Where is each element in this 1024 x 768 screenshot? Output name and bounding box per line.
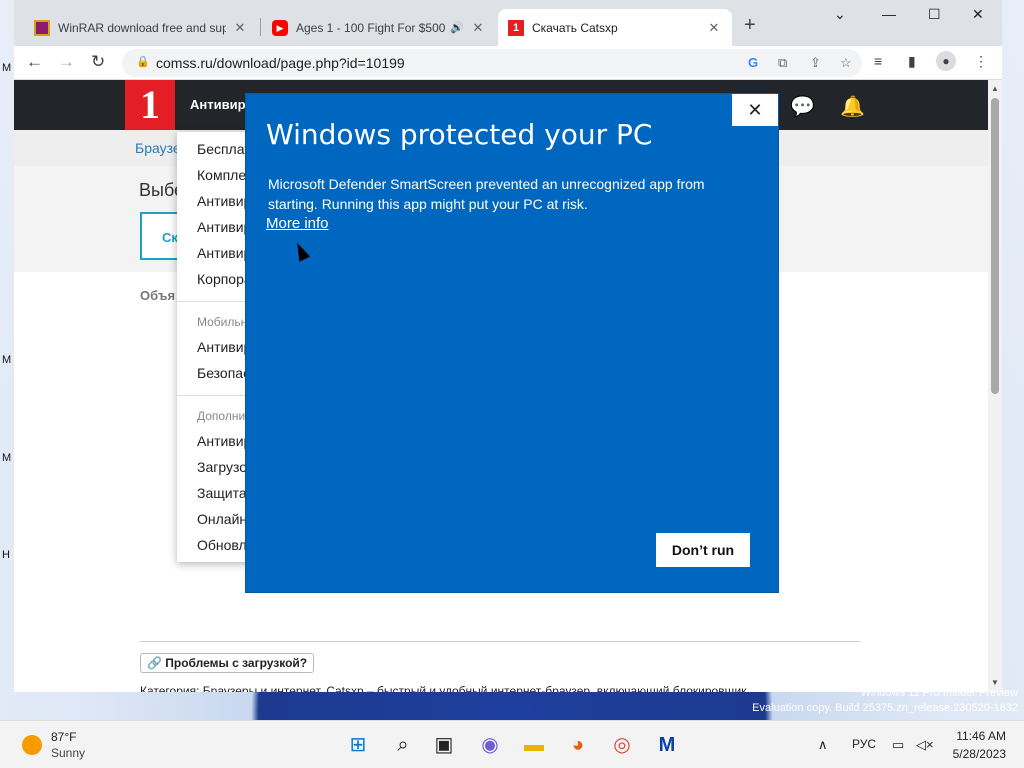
dropdown-item[interactable]: Онлайн — [197, 511, 247, 527]
breadcrumb-browsers[interactable]: Браузе — [135, 140, 181, 156]
smartscreen-dialog: ✕ Windows protected your PC Microsoft De… — [246, 94, 778, 592]
scrollbar-thumb[interactable] — [991, 98, 999, 394]
page-scrollbar[interactable]: ▲ ▼ — [988, 80, 1002, 692]
weather-temperature[interactable]: 87°F — [51, 730, 76, 744]
nav-antivirus[interactable]: Антивир — [190, 97, 246, 112]
taskbar: 87°F Sunny ⊞ ⌕ ▣ ◉ ▬ ◕ ◎ M ∧ РУС ▭ ◁× 11… — [0, 720, 1024, 768]
desktop-icon-label[interactable]: H — [2, 549, 10, 561]
maximize-button[interactable]: ☐ — [928, 6, 941, 23]
tab-winrar[interactable]: WinRAR download free and supp ✕ — [24, 9, 258, 46]
volume-muted-icon[interactable]: ◁× — [916, 737, 934, 753]
lock-icon[interactable]: 🔒 — [136, 55, 150, 68]
search-icon[interactable]: ⌕ — [391, 733, 415, 757]
side-panel-icon[interactable]: ▮ — [908, 53, 916, 70]
dont-run-button[interactable]: Don’t run — [656, 533, 750, 567]
site-logo[interactable]: 1 — [125, 80, 175, 130]
malwarebytes-icon[interactable]: M — [655, 733, 679, 757]
watermark-line: Evaluation copy. Build 25375.zn_release.… — [752, 702, 1018, 714]
comss-icon: 1 — [508, 19, 524, 36]
translate-icon[interactable]: ⧉ — [778, 55, 787, 71]
dropdown-item[interactable]: Антивир — [197, 245, 251, 261]
download-problems-button[interactable]: 🔗 Проблемы с загрузкой? — [140, 653, 315, 673]
chat-icon[interactable]: ◉ — [478, 733, 502, 757]
media-controls-icon[interactable]: ≡ — [874, 53, 882, 69]
dropdown-item[interactable]: Загрузо — [197, 459, 247, 475]
dropdown-item[interactable]: Обновл — [197, 537, 247, 553]
youtube-icon: ▶ — [272, 19, 288, 36]
dialog-close-button[interactable]: ✕ — [732, 94, 778, 126]
show-hidden-icons-chevron-icon[interactable]: ∧ — [818, 737, 828, 753]
clock[interactable]: 11:46 AM 5/28/2023 — [944, 729, 1006, 761]
dropdown-item[interactable]: Компле — [197, 167, 246, 183]
start-windows-icon[interactable]: ⊞ — [346, 733, 370, 757]
address-bar[interactable]: 🔒 comss.ru/download/page.php?id=10199 G … — [122, 49, 862, 77]
browser-toolbar: ← → ↻ 🔒 comss.ru/download/page.php?id=10… — [14, 46, 1002, 80]
clock-time: 11:46 AM — [956, 729, 1006, 743]
notifications-bell-icon[interactable]: 🔔 — [840, 94, 865, 119]
tab-youtube[interactable]: ▶ Ages 1 - 100 Fight For $500, 🔊 ✕ — [262, 9, 496, 46]
dropdown-item[interactable]: Антивир — [197, 193, 251, 209]
task-view-icon[interactable]: ▣ — [432, 733, 456, 757]
dropdown-item[interactable]: Защита — [197, 485, 247, 501]
profile-avatar-icon[interactable]: ● — [936, 51, 956, 71]
minimize-button[interactable]: — — [882, 6, 896, 22]
audio-playing-icon[interactable]: 🔊 — [450, 21, 464, 34]
forward-button[interactable]: → — [58, 52, 75, 72]
dropdown-group-heading: Мобильн — [197, 315, 248, 329]
tab-close-icon[interactable]: ✕ — [706, 20, 722, 36]
url-text[interactable]: comss.ru/download/page.php?id=10199 — [156, 55, 405, 71]
tab-strip: WinRAR download free and supp ✕ ▶ Ages 1… — [14, 0, 1002, 46]
tab-close-icon[interactable]: ✕ — [232, 20, 248, 36]
weather-condition[interactable]: Sunny — [51, 746, 85, 760]
dialog-message: Microsoft Defender SmartScreen prevented… — [268, 176, 705, 212]
bookmark-star-icon[interactable]: ☆ — [840, 55, 852, 71]
ads-label: Объя — [140, 288, 176, 303]
close-window-button[interactable]: ✕ — [972, 6, 984, 23]
google-icon[interactable]: G — [748, 55, 758, 70]
dialog-title: Windows protected your PC — [266, 118, 653, 151]
comments-icon[interactable]: 💬 — [790, 94, 815, 119]
tab-search-icon[interactable]: ⌄ — [834, 6, 846, 23]
dropdown-item[interactable]: Корпора — [197, 271, 252, 287]
dropdown-item[interactable]: Антивир — [197, 219, 251, 235]
desktop-icon-label[interactable]: M — [2, 452, 11, 464]
language-indicator[interactable]: РУС — [852, 737, 876, 751]
dropdown-item[interactable]: Безопас — [197, 365, 250, 381]
watermark-line: Windows 11 Pro Insider Preview — [860, 687, 1018, 699]
dropdown-item[interactable]: Антивир — [197, 339, 251, 355]
tab-close-icon[interactable]: ✕ — [470, 20, 486, 36]
scroll-down-icon[interactable]: ▼ — [991, 678, 999, 687]
firefox-icon[interactable]: ◕ — [566, 733, 590, 757]
share-icon[interactable]: ⇪ — [810, 55, 821, 71]
dropdown-item[interactable]: Бесплат — [197, 141, 251, 157]
more-info-link[interactable]: More info — [266, 215, 329, 232]
sun-icon[interactable] — [22, 735, 42, 755]
tab-title: Скачать Catsxp — [532, 20, 618, 35]
category-text: Категория: Браузеры и интернет. Catsxp –… — [140, 684, 747, 692]
desktop-icon-label[interactable]: M — [2, 62, 11, 74]
tab-title: Ages 1 - 100 Fight For $500, — [296, 20, 447, 35]
tab-separator — [260, 18, 261, 36]
menu-kebab-icon[interactable]: ⋮ — [974, 53, 988, 70]
winrar-icon — [34, 19, 50, 36]
chrome-icon[interactable]: ◎ — [610, 733, 634, 757]
reload-button[interactable]: ↻ — [91, 52, 105, 72]
new-tab-button[interactable]: + — [744, 14, 756, 37]
dropdown-group-heading: Дополнит — [197, 409, 251, 423]
back-button[interactable]: ← — [26, 52, 43, 72]
clock-date: 5/28/2023 — [952, 747, 1006, 761]
content-divider — [140, 641, 860, 642]
file-explorer-icon[interactable]: ▬ — [522, 733, 546, 757]
tab-catsxp[interactable]: 1 Скачать Catsxp ✕ — [498, 9, 732, 46]
dropdown-item[interactable]: Антивир — [197, 433, 251, 449]
scroll-up-icon[interactable]: ▲ — [991, 84, 999, 93]
desktop-icon-label[interactable]: M — [2, 354, 11, 366]
tab-title: WinRAR download free and supp — [58, 20, 226, 35]
network-icon[interactable]: ▭ — [892, 737, 904, 753]
